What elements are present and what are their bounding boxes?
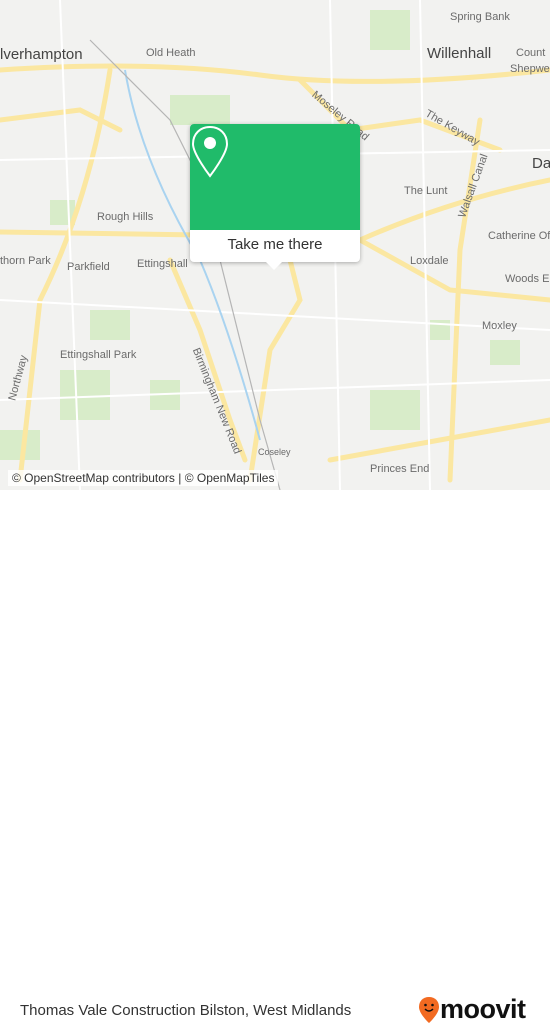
map-label-ettingshall: Ettingshall [137,258,188,270]
popup-header [190,124,360,230]
map-label-thorn-park: thorn Park [0,255,51,267]
take-me-there-button[interactable]: Take me there [190,230,360,262]
location-title: Thomas Vale Construction Bilston, West M… [20,1002,352,1019]
map-label-loxdale: Loxdale [410,255,449,267]
map-label-willenhall: Willenhall [427,45,492,62]
moovit-logo[interactable]: moovit [418,994,526,1025]
map-label-ettingshall-park: Ettingshall Park [60,349,137,361]
map-label-darlaston: Da [532,155,550,172]
map-label-coseley: Coseley [258,447,291,457]
map[interactable]: lverhampton Old Heath Spring Bank Willen… [0,0,550,490]
map-label-woods: Woods E [505,273,550,285]
map-label-old-heath: Old Heath [146,47,196,59]
map-label-county: Count [516,47,546,59]
map-label-spring-bank: Spring Bank [450,11,510,23]
map-label-princes-end: Princes End [370,463,430,475]
map-label-moxley: Moxley [482,320,517,332]
popup-pointer [266,262,282,270]
map-pin-icon [191,125,229,178]
map-label-the-lunt: The Lunt [404,185,448,197]
map-label-catherine: Catherine Of [488,230,550,242]
map-label-shepwell: Shepwe [510,63,550,75]
moovit-pin-icon [419,996,439,1023]
location-popup: Take me there [190,124,360,270]
map-attribution[interactable]: © OpenStreetMap contributors | © OpenMap… [8,470,279,486]
map-label-parkfield: Parkfield [67,261,110,273]
moovit-logo-text: moovit [440,994,526,1024]
map-label-wolverhampton: lverhampton [0,46,83,63]
footer: Thomas Vale Construction Bilston, West M… [0,490,550,1024]
map-label-rough-hills: Rough Hills [97,211,154,223]
